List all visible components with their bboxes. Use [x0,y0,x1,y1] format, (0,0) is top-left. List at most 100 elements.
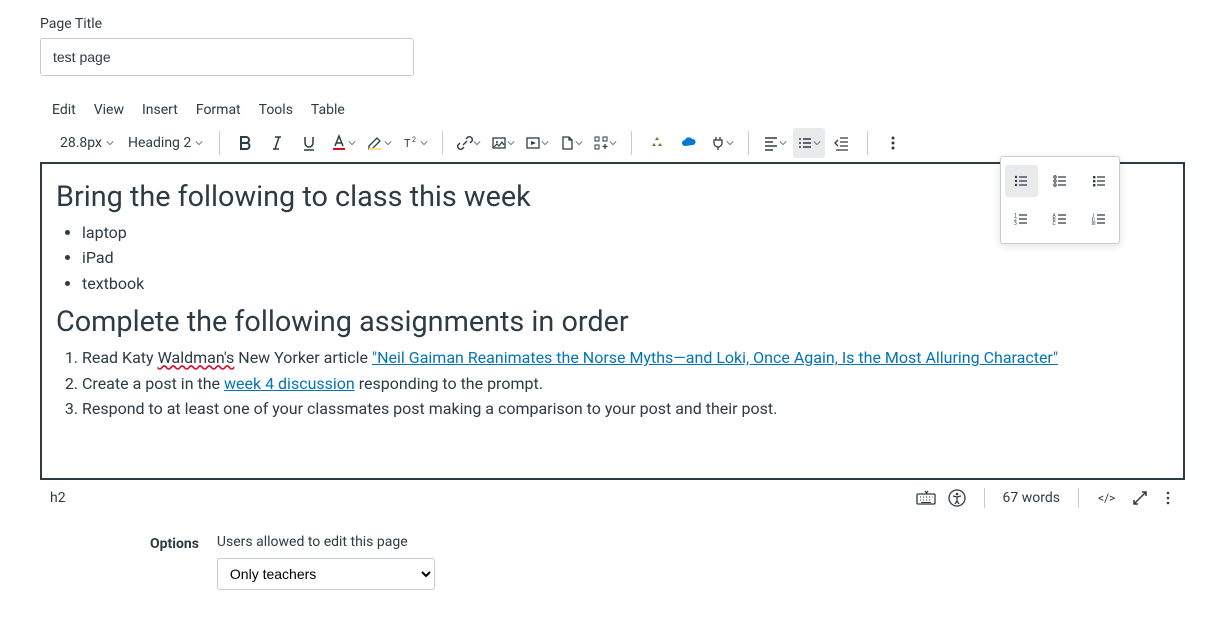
chevron-down-icon [384,139,392,147]
separator [219,131,220,155]
separator [631,131,632,155]
separator [984,488,985,508]
word-count[interactable]: 67 words [1003,490,1060,506]
menu-edit[interactable]: Edit [52,102,76,118]
options-section: Options Users allowed to edit this page … [150,534,1185,590]
numbered-list-icon: 123 [1013,211,1029,227]
discussion-link[interactable]: week 4 discussion [224,374,355,393]
article-link[interactable]: "Neil Gaiman Reanimates the Norse Myths—… [372,348,1058,367]
plugin-button[interactable] [706,128,738,158]
more-vertical-icon[interactable] [1161,489,1175,507]
list-item: Create a post in the week 4 discussion r… [82,373,1169,395]
page-title-label: Page Title [40,16,1185,32]
menu-insert[interactable]: Insert [142,102,178,118]
separator [1078,488,1079,508]
text-color-icon [330,134,348,152]
text-color-button[interactable] [326,128,360,158]
keyboard-icon[interactable] [916,489,936,507]
text: Read Katy [82,348,158,367]
font-size-select[interactable]: 28.8px [54,128,120,158]
image-icon [491,135,507,151]
edit-permissions-select[interactable]: Only teachers [217,558,435,590]
media-icon [525,135,541,151]
list-option-disc[interactable] [1005,165,1038,197]
image-button[interactable] [487,128,519,158]
page-title-input[interactable] [40,38,414,76]
block-format-value: Heading 2 [128,135,191,151]
outdent-button[interactable] [827,128,857,158]
svg-text:T: T [404,137,411,150]
chevron-down-icon [420,139,428,147]
ordered-list: Read Katy Waldman's New Yorker article "… [56,347,1169,420]
menu-tools[interactable]: Tools [259,102,293,118]
element-path[interactable]: h2 [50,490,66,506]
separator [748,131,749,155]
svg-text:2: 2 [412,136,416,144]
link-icon [457,135,473,151]
more-button[interactable] [878,128,908,158]
menu-table[interactable]: Table [311,102,345,118]
media-button[interactable] [521,128,553,158]
menu-format[interactable]: Format [196,102,241,118]
menubar: Edit View Insert Format Tools Table [40,96,1185,124]
highlight-button[interactable] [362,128,396,158]
spellcheck-text: Waldman's [158,348,235,367]
kaltura-button[interactable] [642,128,672,158]
underline-button[interactable] [294,128,324,158]
superscript-icon: T2 [402,134,420,152]
italic-button[interactable] [262,128,292,158]
list-item: textbook [82,273,1169,295]
svg-text:III: III [1091,221,1095,227]
options-description: Users allowed to edit this page [217,534,435,550]
list-item: Read Katy Waldman's New Yorker article "… [82,347,1169,369]
chevron-down-icon [348,139,356,147]
svg-text:3: 3 [1014,221,1017,227]
bullet-list-icon [797,135,813,151]
block-format-select[interactable]: Heading 2 [122,128,209,158]
list-option-upper-roman[interactable]: IIIIII [1082,203,1115,235]
apps-icon [593,135,609,151]
chevron-down-icon [507,139,515,147]
list-option-upper-alpha[interactable]: ABC [1044,203,1077,235]
alpha-list-icon: ABC [1052,211,1068,227]
svg-text:C: C [1052,221,1056,227]
document-button[interactable] [555,128,587,158]
italic-icon [269,135,285,151]
text: New Yorker article [234,348,372,367]
list-option-circle[interactable] [1044,165,1077,197]
link-button[interactable] [453,128,485,158]
toolbar: 28.8px Heading 2 T2 123 ABC IIIIII [40,124,1185,162]
align-button[interactable] [759,128,791,158]
bold-icon [237,135,253,151]
superscript-button[interactable]: T2 [398,128,432,158]
recycle-icon [649,135,665,151]
chevron-down-icon [575,139,583,147]
cloud-icon [680,134,698,152]
outdent-icon [834,135,850,151]
circle-list-icon [1052,173,1068,189]
menu-view[interactable]: View [94,102,124,118]
list-dropdown: 123 ABC IIIIII [1000,156,1120,244]
text: responding to the prompt. [355,374,543,393]
highlight-icon [366,134,384,152]
list-option-square[interactable] [1082,165,1115,197]
chevron-down-icon [195,139,203,147]
font-size-value: 28.8px [60,135,102,151]
chevron-down-icon [106,139,114,147]
chevron-down-icon [779,139,787,147]
chevron-down-icon [726,139,734,147]
accessibility-icon[interactable] [948,489,966,507]
apps-button[interactable] [589,128,621,158]
align-left-icon [763,135,779,151]
chevron-down-icon [473,139,481,147]
list-option-decimal[interactable]: 123 [1005,203,1038,235]
onedrive-button[interactable] [674,128,704,158]
html-view-icon[interactable]: </> [1097,489,1119,507]
more-vertical-icon [885,135,901,151]
underline-icon [301,135,317,151]
bold-button[interactable] [230,128,260,158]
list-button[interactable] [793,128,825,158]
document-icon [559,135,575,151]
fullscreen-icon[interactable] [1131,489,1149,507]
list-item: iPad [82,247,1169,269]
